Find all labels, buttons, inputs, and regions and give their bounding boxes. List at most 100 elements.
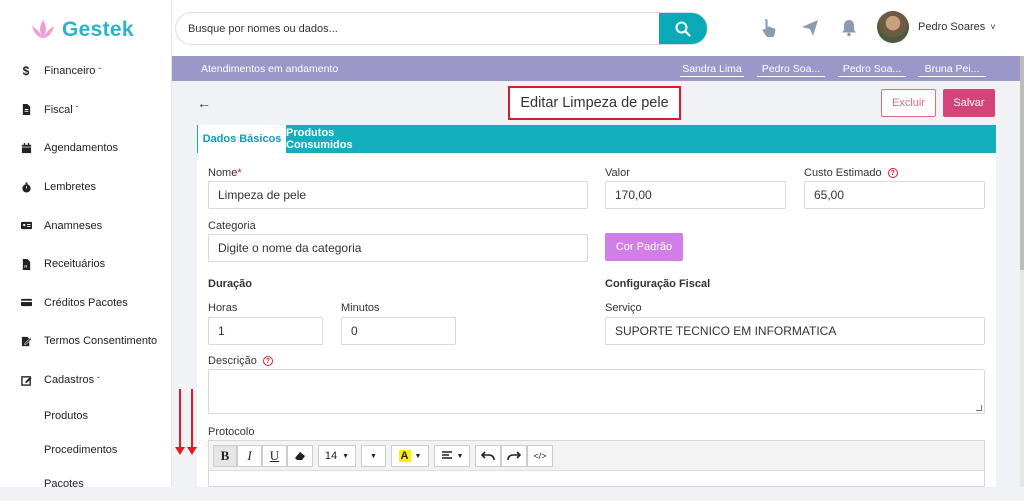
valor-label: Valor [605, 167, 630, 179]
required-mark: * [237, 167, 242, 179]
align-button[interactable]: ▼ [434, 445, 470, 467]
font-size-select[interactable]: 14 ▼ [318, 445, 356, 467]
sidebar-item-label: Termos Consentimento [44, 335, 158, 348]
page-title: Editar Limpeza de pele [508, 86, 681, 120]
brand-name: Gestek [62, 18, 134, 41]
attendance-tab[interactable]: Bruna Pei... [918, 63, 986, 77]
user-name: Pedro Soares [918, 21, 986, 33]
back-arrow-icon[interactable]: ← [197, 95, 211, 111]
scrollbar[interactable] [1020, 56, 1024, 487]
tab-produtos-consumidos[interactable]: Produtos Consumidos [286, 125, 403, 153]
editor-toolbar: B I U 14 ▼ ▼ A ▼ ▼ </> [209, 441, 984, 471]
help-icon[interactable]: ? [887, 168, 898, 179]
sidebar-item-termos-consentimento[interactable]: Termos Consentimento [0, 322, 172, 361]
sidebar-item-label: Créditos Pacotes [44, 296, 128, 309]
resize-handle-icon[interactable] [976, 405, 982, 411]
protocolo-editor[interactable]: B I U 14 ▼ ▼ A ▼ ▼ </> [208, 440, 985, 487]
cor-padrao-button[interactable]: Cor Padrão [605, 233, 683, 261]
nome-field[interactable]: Limpeza de pele [208, 181, 588, 209]
categoria-label: Categoria [208, 220, 256, 232]
search-input[interactable] [176, 13, 656, 44]
save-button[interactable]: Salvar [943, 89, 995, 117]
signature-icon [20, 335, 32, 347]
redo-button[interactable] [501, 445, 527, 467]
top-bar: Pedro Soares ˅ [172, 0, 1024, 56]
attendance-tab[interactable]: Pedro Soa... [757, 63, 825, 77]
edit-icon [20, 374, 32, 386]
undo-icon [481, 451, 495, 461]
sidebar-item-label: Agendamentos [44, 142, 118, 155]
caret-down-icon: ▼ [414, 452, 422, 460]
eraser-button[interactable] [287, 445, 313, 467]
nome-label: Nome* [208, 167, 242, 179]
underline-button[interactable]: U [262, 445, 287, 467]
highlight-button[interactable]: A ▼ [391, 445, 429, 467]
font-size-value: 14 [324, 450, 338, 462]
sidebar-item-cadastros[interactable]: Cadastros ˇ [0, 361, 172, 400]
calendar-icon [20, 142, 32, 154]
annotation-arrow-icon [175, 389, 185, 455]
caret-down-icon: ▼ [342, 452, 350, 460]
descricao-label: Descrição? [208, 355, 273, 367]
sidebar-item-financeiro[interactable]: $ Financeiro ˇ [0, 52, 172, 91]
id-card-icon [20, 220, 32, 232]
chevron-down-icon: ˅ [990, 22, 996, 32]
font-family-select[interactable]: ▼ [361, 445, 386, 467]
caret-down-icon: ▼ [370, 452, 377, 460]
servico-field[interactable]: SUPORTE TECNICO EM INFORMATICA [605, 317, 985, 345]
eraser-icon [295, 452, 305, 460]
sidebar-item-label: Anamneses [44, 219, 103, 232]
categoria-field[interactable]: Digite o nome da categoria [208, 234, 588, 262]
italic-button[interactable]: I [237, 445, 262, 467]
credit-card-icon [20, 297, 32, 309]
attendance-tab[interactable]: Pedro Soa... [838, 63, 906, 77]
bold-button[interactable]: B [213, 445, 237, 467]
sidebar-subitem-procedimentos[interactable]: Procedimentos [0, 433, 172, 467]
custo-estimado-field[interactable]: 65,00 [804, 181, 985, 209]
minutos-field[interactable]: 0 [341, 317, 456, 345]
prescription-icon: R [20, 258, 32, 270]
chevron-down-icon: ˇ [75, 105, 79, 115]
caret-down-icon: ▼ [456, 452, 464, 460]
file-icon [20, 104, 32, 116]
sidebar-item-receituarios[interactable]: R Receituários [0, 245, 172, 284]
lotus-logo-icon [32, 20, 54, 38]
sidebar-item-agendamentos[interactable]: Agendamentos [0, 129, 172, 168]
highlight-icon: A [398, 450, 411, 462]
undo-button[interactable] [475, 445, 501, 467]
sidebar-item-anamneses[interactable]: Anamneses [0, 206, 172, 245]
sidebar-item-lembretes[interactable]: Lembretes [0, 168, 172, 207]
code-view-button[interactable]: </> [527, 445, 553, 467]
hand-pointer-icon[interactable] [758, 17, 780, 39]
sidebar-item-fiscal[interactable]: Fiscal ˇ [0, 91, 172, 130]
attendance-label: Atendimentos em andamento [201, 63, 339, 75]
horas-field[interactable]: 1 [208, 317, 323, 345]
attendance-tab[interactable]: Sandra Lima [680, 63, 744, 77]
fiscal-section-title: Configuração Fiscal [605, 278, 711, 290]
help-icon[interactable]: ? [262, 356, 273, 367]
stopwatch-icon [20, 181, 32, 193]
scrollbar-thumb[interactable] [1020, 56, 1024, 270]
avatar[interactable] [877, 11, 909, 43]
sidebar-item-label: Fiscal [44, 103, 73, 116]
valor-field[interactable]: 170,00 [605, 181, 786, 209]
delete-button[interactable]: Excluir [881, 89, 936, 117]
brand-logo[interactable]: Gestek [30, 16, 134, 44]
search-box [175, 12, 708, 45]
search-button[interactable] [659, 13, 707, 44]
sidebar-item-creditos-pacotes[interactable]: Créditos Pacotes [0, 284, 172, 323]
descricao-textarea[interactable] [208, 369, 985, 414]
tab-dados-basicos[interactable]: Dados Básicos [198, 125, 286, 153]
sidebar-subitem-produtos[interactable]: Produtos [0, 399, 172, 433]
user-menu[interactable]: Pedro Soares ˅ [918, 21, 996, 33]
tabs-bar: Dados Básicos Produtos Consumidos [197, 125, 996, 153]
send-icon[interactable] [799, 17, 821, 39]
sidebar-subitem-pacotes[interactable]: Pacotes [0, 467, 172, 501]
servico-label: Serviço [605, 302, 642, 314]
protocolo-label: Protocolo [208, 426, 255, 438]
sidebar-item-label: Lembretes [44, 181, 96, 194]
chevron-down-icon: ˇ [97, 375, 100, 385]
bell-icon[interactable] [838, 17, 860, 39]
sidebar-item-label: Receituários [44, 258, 106, 271]
sidebar-item-label: Financeiro [44, 65, 96, 78]
